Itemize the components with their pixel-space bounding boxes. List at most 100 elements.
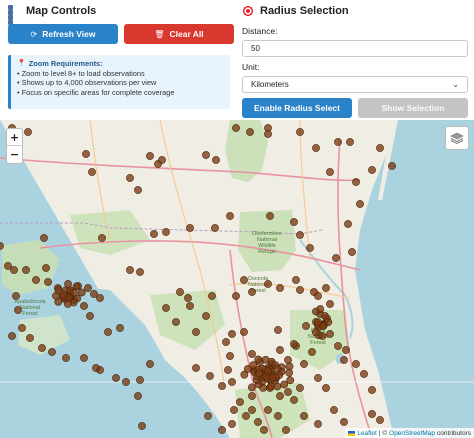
unit-select[interactable]: Kilometers ⌄ bbox=[242, 76, 468, 93]
observation-marker[interactable] bbox=[255, 369, 264, 378]
observation-marker[interactable] bbox=[26, 334, 34, 342]
observation-marker[interactable] bbox=[254, 355, 263, 364]
observation-marker[interactable] bbox=[308, 348, 316, 356]
observation-marker[interactable] bbox=[326, 300, 334, 308]
observation-marker[interactable] bbox=[54, 286, 63, 294]
observation-marker[interactable] bbox=[388, 162, 396, 170]
observation-marker[interactable] bbox=[260, 426, 268, 434]
observation-marker[interactable] bbox=[162, 228, 170, 236]
observation-marker[interactable] bbox=[332, 254, 340, 262]
observation-marker[interactable] bbox=[300, 360, 308, 368]
observation-marker[interactable] bbox=[264, 367, 272, 375]
observation-marker[interactable] bbox=[246, 128, 254, 136]
observation-marker[interactable] bbox=[296, 384, 304, 392]
observation-marker[interactable] bbox=[284, 356, 292, 364]
observation-marker[interactable] bbox=[273, 382, 282, 391]
clear-all-button[interactable]: 🗑 Clear All bbox=[124, 24, 234, 44]
observation-marker[interactable] bbox=[134, 186, 142, 194]
observation-marker[interactable] bbox=[77, 288, 86, 297]
observation-marker[interactable] bbox=[242, 412, 250, 420]
observation-marker[interactable] bbox=[248, 288, 256, 296]
observation-marker[interactable] bbox=[352, 360, 360, 368]
observation-marker[interactable] bbox=[322, 284, 330, 292]
observation-marker[interactable] bbox=[248, 350, 256, 358]
observation-marker[interactable] bbox=[146, 360, 154, 368]
observation-marker[interactable] bbox=[116, 324, 124, 332]
observation-marker[interactable] bbox=[330, 406, 338, 414]
observation-marker[interactable] bbox=[82, 150, 90, 158]
observation-marker[interactable] bbox=[276, 392, 284, 400]
observation-marker[interactable] bbox=[284, 388, 292, 396]
observation-marker[interactable] bbox=[368, 166, 376, 174]
observation-marker[interactable] bbox=[63, 300, 72, 308]
observation-marker[interactable] bbox=[228, 330, 236, 338]
observation-marker[interactable] bbox=[122, 378, 130, 386]
observation-marker[interactable] bbox=[150, 230, 158, 238]
observation-marker[interactable] bbox=[80, 354, 88, 362]
observation-marker[interactable] bbox=[22, 266, 30, 274]
observation-marker[interactable] bbox=[112, 374, 120, 382]
observation-marker[interactable] bbox=[290, 218, 298, 226]
observation-marker[interactable] bbox=[248, 406, 256, 414]
observation-marker[interactable] bbox=[69, 288, 78, 297]
observation-marker[interactable] bbox=[222, 338, 230, 346]
zoom-out-button[interactable]: − bbox=[7, 146, 22, 163]
observation-marker[interactable] bbox=[14, 306, 22, 314]
observation-marker[interactable] bbox=[18, 324, 26, 332]
observation-marker[interactable] bbox=[80, 302, 88, 310]
map-view[interactable]: Okefenokee National Wildlife Refuge Osceola… bbox=[0, 120, 474, 438]
observation-marker[interactable] bbox=[248, 392, 256, 400]
observation-marker[interactable] bbox=[296, 231, 304, 239]
observation-marker[interactable] bbox=[286, 376, 295, 385]
observation-marker[interactable] bbox=[368, 410, 376, 418]
observation-marker[interactable] bbox=[10, 266, 18, 274]
observation-marker[interactable] bbox=[274, 412, 282, 420]
observation-marker[interactable] bbox=[208, 292, 216, 300]
observation-marker[interactable] bbox=[232, 124, 240, 132]
observation-marker[interactable] bbox=[230, 406, 238, 414]
observation-marker[interactable] bbox=[92, 364, 100, 372]
distance-input[interactable]: 50 bbox=[242, 40, 468, 57]
observation-marker[interactable] bbox=[126, 174, 134, 182]
observation-marker[interactable] bbox=[326, 168, 334, 176]
observation-marker[interactable] bbox=[224, 366, 232, 374]
observation-marker[interactable] bbox=[88, 168, 96, 176]
observation-marker[interactable] bbox=[334, 138, 342, 146]
observation-marker[interactable] bbox=[184, 294, 192, 302]
observation-marker[interactable] bbox=[302, 322, 310, 330]
observation-marker[interactable] bbox=[312, 144, 320, 152]
observation-marker[interactable] bbox=[340, 356, 348, 364]
observation-marker[interactable] bbox=[146, 152, 154, 160]
observation-marker[interactable] bbox=[62, 354, 70, 362]
observation-marker[interactable] bbox=[192, 328, 200, 336]
refresh-view-button[interactable]: ⟳ Refresh View bbox=[8, 24, 118, 44]
observation-marker[interactable] bbox=[202, 151, 210, 159]
observation-marker[interactable] bbox=[134, 392, 142, 400]
observation-marker[interactable] bbox=[290, 396, 298, 404]
observation-marker[interactable] bbox=[48, 348, 56, 356]
observation-marker[interactable] bbox=[314, 292, 322, 300]
observation-marker[interactable] bbox=[240, 328, 248, 336]
observation-marker[interactable] bbox=[44, 278, 52, 286]
observation-marker[interactable] bbox=[376, 144, 384, 152]
observation-marker[interactable] bbox=[186, 302, 194, 310]
osm-link[interactable]: OpenStreetMap bbox=[389, 430, 435, 437]
observation-marker[interactable] bbox=[254, 418, 262, 426]
observation-marker[interactable] bbox=[126, 266, 134, 274]
observation-marker[interactable] bbox=[314, 374, 322, 382]
observation-marker[interactable] bbox=[340, 418, 348, 426]
observation-marker[interactable] bbox=[172, 318, 180, 326]
observation-marker[interactable] bbox=[314, 420, 322, 428]
observation-marker[interactable] bbox=[218, 426, 226, 434]
observation-marker[interactable] bbox=[352, 178, 360, 186]
observation-marker[interactable] bbox=[268, 373, 277, 382]
observation-marker[interactable] bbox=[240, 276, 248, 284]
observation-marker[interactable] bbox=[42, 264, 50, 272]
observation-marker[interactable] bbox=[334, 342, 342, 350]
observation-marker[interactable] bbox=[264, 280, 272, 288]
observation-marker[interactable] bbox=[322, 384, 330, 392]
layers-control[interactable] bbox=[445, 126, 469, 150]
observation-marker[interactable] bbox=[226, 212, 234, 220]
observation-marker[interactable] bbox=[314, 318, 322, 327]
observation-marker[interactable] bbox=[276, 346, 284, 354]
